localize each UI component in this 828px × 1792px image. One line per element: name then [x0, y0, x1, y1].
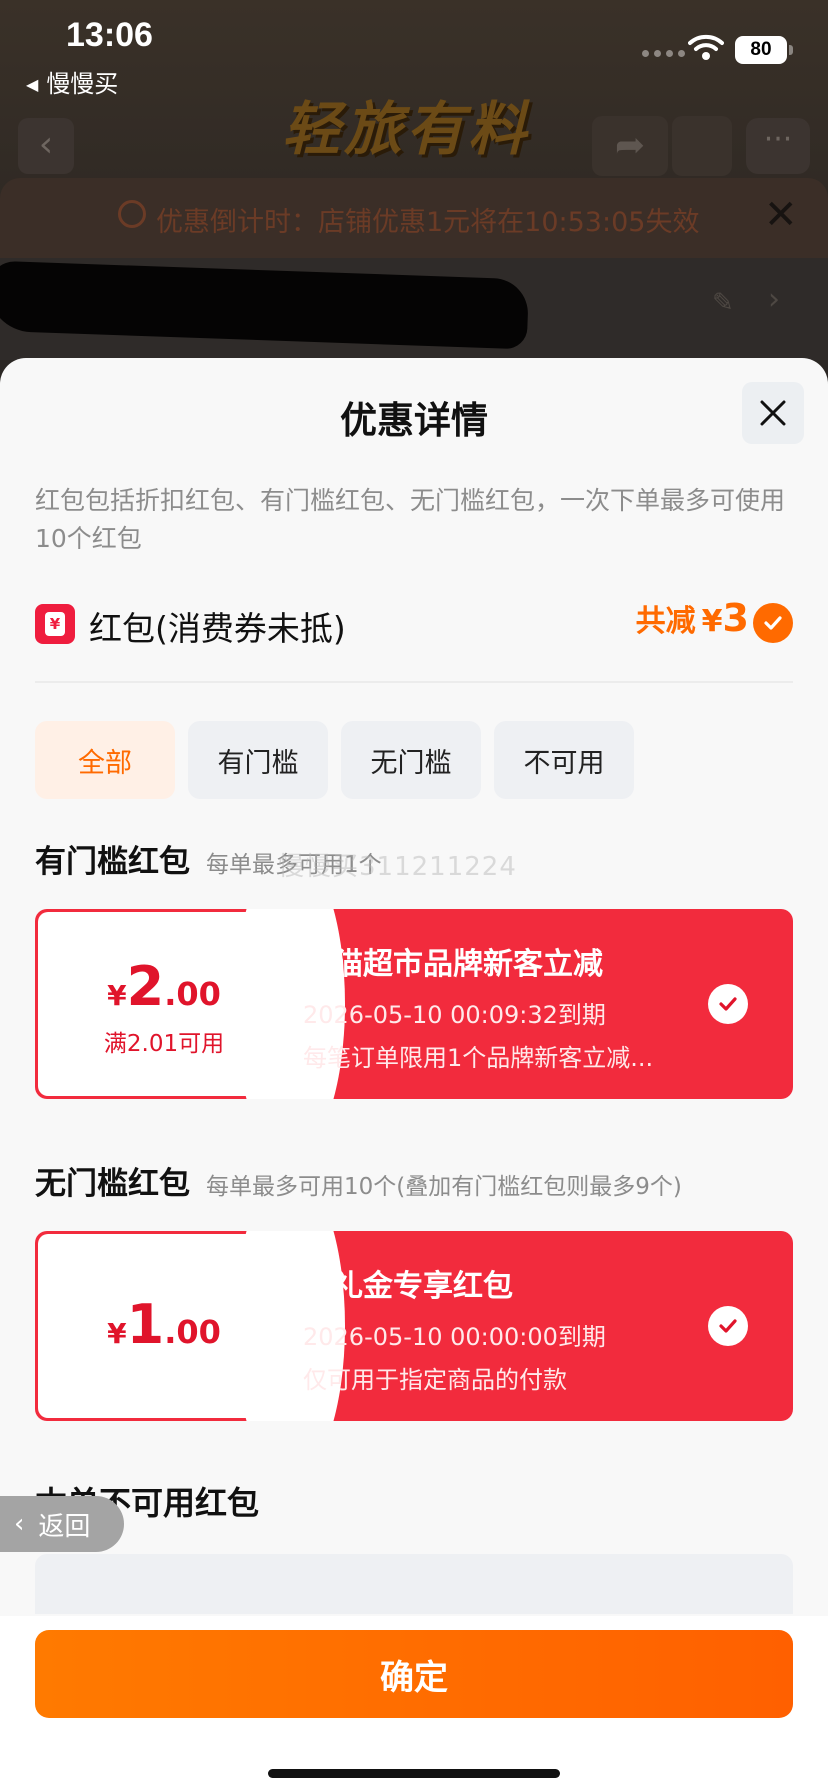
countdown-text: 优惠倒计时：店铺优惠1元将在10:53:05失效 — [156, 207, 700, 238]
background-action-icon — [672, 116, 732, 176]
discount-detail-sheet: 优惠详情 红包包括折扣红包、有门槛红包、无门槛红包，一次下单最多可使用10个红包… — [0, 358, 828, 1792]
coupon-info: 淘礼金专享红包 2026-05-10 00:00:00到期 仅可用于指定商品的付… — [303, 1261, 606, 1395]
tab-unavailable[interactable]: 不可用 — [494, 721, 634, 799]
edit-icon: ✎ — [712, 288, 734, 318]
wifi-icon — [688, 34, 724, 66]
watermark: 慢慢买311211224 — [278, 852, 517, 882]
sheet-footer: 确定 — [0, 1616, 828, 1792]
filter-tabs: 全部 有门槛 无门槛 不可用 — [35, 721, 634, 799]
coupon-title: 天猫超市品牌新客立减 — [303, 947, 603, 982]
coupon-info: 天猫超市品牌新客立减 2026-05-10 00:09:32到期 每笔订单限用1… — [303, 939, 653, 1073]
coupon-card[interactable]: ¥1.00 淘礼金专享红包 2026-05-10 00:00:00到期 仅可用于… — [35, 1231, 793, 1421]
status-time: 13:06 — [66, 16, 153, 54]
section-subtitle: 每单最多可用10个(叠加有门槛红包则最多9个) — [206, 1174, 682, 1200]
red-packet-summary-row[interactable]: ¥ 红包(消费券未抵) 共减 ¥3 — [35, 596, 793, 656]
sheet-close-button[interactable] — [742, 382, 804, 444]
coupon-amount: ¥2.00 — [107, 955, 221, 1018]
coupon-title: 淘礼金专享红包 — [303, 1269, 513, 1304]
coupon-card[interactable]: ¥2.00 满2.01可用 天猫超市品牌新客立减 2026-05-10 00:0… — [35, 909, 793, 1099]
countdown-banner: 优惠倒计时：店铺优惠1元将在10:53:05失效 ✕ — [0, 178, 828, 258]
screen: 13:06 ◀ 慢慢买 80 ‹ 轻旅有料 ➦ ··· 优惠倒计时：店铺优惠1元将… — [0, 0, 828, 1792]
chevron-left-icon: ‹ — [14, 1509, 25, 1539]
confirm-button[interactable]: 确定 — [35, 1630, 793, 1718]
back-to-app-link[interactable]: ◀ 慢慢买 — [26, 64, 118, 99]
no-threshold-section-header: 无门槛红包 每单最多可用10个(叠加有门槛红包则最多9个) — [35, 1158, 682, 1203]
unusable-coupon-list — [35, 1554, 793, 1614]
coupon-amount: ¥1.00 — [107, 1293, 221, 1356]
red-packet-label: 红包(消费券未抵) — [89, 609, 346, 648]
battery-indicator: 80 — [735, 36, 793, 64]
background-share-icon: ➦ — [592, 116, 668, 176]
coupon-expiry: 2026-05-10 00:09:32到期 — [303, 1001, 606, 1029]
cellular-signal-icon — [642, 50, 685, 57]
section-title: 无门槛红包 — [35, 1166, 190, 1202]
clock-icon — [118, 200, 146, 228]
red-packet-icon: ¥ — [35, 604, 75, 644]
coupon-note: 每笔订单限用1个品牌新客立减... — [303, 1044, 654, 1072]
coupon-expiry: 2026-05-10 00:00:00到期 — [303, 1323, 606, 1351]
coupon-condition: 满2.01可用 — [103, 1031, 225, 1057]
floating-back-button[interactable]: ‹ 返回 — [0, 1496, 124, 1552]
divider — [35, 681, 793, 683]
selected-check-icon[interactable] — [753, 603, 793, 643]
sheet-description: 红包包括折扣红包、有门槛红包、无门槛红包，一次下单最多可使用10个红包 — [35, 486, 786, 553]
back-app-name: 慢慢买 — [46, 70, 119, 98]
status-bar: 13:06 ◀ 慢慢买 80 — [0, 0, 828, 100]
chevron-right-icon: › — [768, 282, 780, 317]
back-label: 返回 — [38, 1511, 91, 1542]
tab-all[interactable]: 全部 — [35, 721, 175, 799]
coupon-note: 仅可用于指定商品的付款 — [303, 1366, 567, 1394]
close-icon — [760, 400, 786, 426]
home-indicator — [268, 1769, 560, 1778]
close-icon: ✕ — [764, 192, 798, 238]
background-back-button: ‹ — [18, 118, 74, 174]
tab-with-threshold[interactable]: 有门槛 — [188, 721, 328, 799]
section-title: 有门槛红包 — [35, 844, 190, 880]
back-triangle-icon: ◀ — [26, 75, 39, 94]
background-more-icon: ··· — [746, 118, 810, 174]
tab-no-threshold[interactable]: 无门槛 — [341, 721, 481, 799]
coupon-check-icon[interactable] — [708, 1306, 748, 1346]
total-discount: 共减 ¥3 — [635, 596, 749, 640]
coupon-check-icon[interactable] — [708, 984, 748, 1024]
sheet-title: 优惠详情 — [340, 399, 488, 442]
